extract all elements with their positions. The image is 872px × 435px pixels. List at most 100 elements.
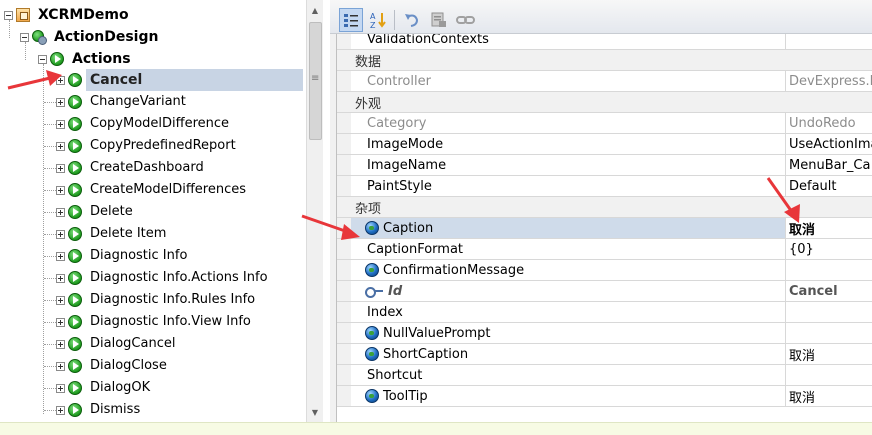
tree-node-root[interactable]: XCRMDemo [4,4,132,26]
tree-node[interactable]: Delete [56,201,136,223]
reset-button[interactable] [427,8,451,32]
property-name: Category [351,113,786,133]
expand-icon[interactable] [56,339,65,349]
expand-icon[interactable] [56,405,65,415]
property-row-caption[interactable]: Caption 取消 [337,218,872,239]
tree-node[interactable]: CopyPredefinedReport [56,135,239,157]
property-grid[interactable]: ValidationContexts 数据 Controller DevExpr… [336,34,872,422]
action-icon [68,161,82,175]
property-row-id[interactable]: Id Cancel [337,281,872,302]
expand-icon[interactable] [56,97,65,107]
property-name: ConfirmationMessage [383,262,525,278]
expand-icon[interactable] [56,119,65,129]
category-row-data[interactable]: 数据 [337,50,872,71]
tree-node[interactable]: CopyModelDifference [56,113,232,135]
property-value[interactable]: UndoRedo [787,113,872,133]
expand-icon[interactable] [56,317,65,327]
tree-node[interactable]: Delete Item [56,223,169,245]
tree-node[interactable]: Diagnostic Info.View Info [56,311,254,333]
property-row-null-value[interactable]: NullValuePrompt [337,323,872,344]
property-row-confirmation[interactable]: ConfirmationMessage [337,260,872,281]
tree-node-actions[interactable]: Actions [38,48,134,70]
property-row[interactable]: ValidationContexts [337,34,872,50]
expand-icon[interactable] [56,273,65,283]
property-value[interactable]: Default [787,176,872,196]
collapse-icon[interactable] [38,54,47,64]
expand-icon[interactable] [56,295,65,305]
tree-scrollbar[interactable]: ▲ ▼ [306,0,323,422]
property-row-image-name[interactable]: ImageName MenuBar_Ca [337,155,872,176]
tree-node-label: CopyModelDifference [90,116,230,131]
expand-icon[interactable] [56,251,65,261]
tree-node[interactable]: CreateDashboard [56,157,207,179]
collapse-icon[interactable] [20,32,29,42]
collapse-icon[interactable] [4,10,13,20]
tree-node-action-design[interactable]: ActionDesign [20,26,161,48]
tree-node[interactable]: Diagnostic Info.Actions Info [56,267,271,289]
scrollbar-thumb[interactable] [309,22,322,140]
property-value[interactable]: MenuBar_Ca [787,155,872,175]
property-name-cell: Caption [351,218,786,238]
alphabetical-button[interactable]: A Z [367,8,391,32]
tree-node[interactable]: ChangeVariant [56,91,189,113]
property-name-cell: ShortCaption [351,344,786,364]
property-value[interactable]: 取消 [787,344,872,364]
tree-node[interactable]: DialogCancel [56,333,178,355]
tree-node-label: ChangeVariant [90,94,186,109]
scroll-down-icon[interactable]: ▼ [307,404,323,420]
property-name-cell: ConfirmationMessage [351,260,786,280]
tree-node-label: CreateModelDifferences [90,182,247,197]
tree-node-label: Actions [72,51,131,67]
tree-node-cancel[interactable]: Cancel [56,69,146,91]
undo-button[interactable] [400,8,424,32]
row-margin [337,134,351,154]
property-value[interactable]: UseActionIma [787,134,872,154]
tree-node[interactable]: CreateModelDifferences [56,179,249,201]
property-value[interactable]: Cancel [787,281,872,301]
property-row-caption-format[interactable]: CaptionFormat {0} [337,239,872,260]
category-row-misc[interactable]: 杂项 [337,197,872,218]
expand-icon[interactable] [56,207,65,217]
expand-icon[interactable] [56,75,65,85]
property-value[interactable] [787,302,872,322]
property-value[interactable] [787,323,872,343]
scroll-up-icon[interactable]: ▲ [307,2,323,18]
property-row-category[interactable]: Category UndoRedo [337,113,872,134]
tree-node[interactable]: DialogOK [56,377,153,399]
link-button[interactable] [454,8,478,32]
property-value[interactable]: 取消 [787,218,872,238]
categorized-button[interactable] [339,8,363,32]
property-row-controller[interactable]: Controller DevExpress.E [337,71,872,92]
property-row-index[interactable]: Index [337,302,872,323]
property-value[interactable] [787,34,872,49]
property-value[interactable] [787,260,872,280]
action-icon [68,95,82,109]
svg-text:A: A [370,12,376,21]
property-name: Caption [383,220,434,236]
property-grid-panel: A Z ValidationContexts 数据 Controller Dev… [330,0,872,422]
model-tree[interactable]: XCRMDemo ActionDesign Actions Cancel Cha… [0,0,306,422]
property-name: ToolTip [383,388,428,404]
property-value[interactable]: {0} [787,239,872,259]
property-value[interactable] [787,365,872,385]
tree-node[interactable]: Dismiss [56,399,143,421]
tree-node[interactable]: DialogClose [56,355,170,377]
expand-icon[interactable] [56,361,65,371]
property-value[interactable]: DevExpress.E [787,71,872,91]
expand-icon[interactable] [56,185,65,195]
property-row-short-caption[interactable]: ShortCaption 取消 [337,344,872,365]
property-row-shortcut[interactable]: Shortcut [337,365,872,386]
tree-node[interactable]: Diagnostic Info.Rules Info [56,289,258,311]
property-row-image-mode[interactable]: ImageMode UseActionIma [337,134,872,155]
expand-icon[interactable] [56,141,65,151]
property-row-tooltip[interactable]: ToolTip 取消 [337,386,872,407]
expand-icon[interactable] [56,229,65,239]
property-row-paint-style[interactable]: PaintStyle Default [337,176,872,197]
property-value[interactable]: 取消 [787,386,872,406]
tree-node[interactable]: Diagnostic Info [56,245,190,267]
expand-icon[interactable] [56,163,65,173]
category-row-appearance[interactable]: 外观 [337,92,872,113]
tree-node-label: CreateDashboard [90,160,204,175]
categorized-icon [344,14,358,27]
expand-icon[interactable] [56,383,65,393]
